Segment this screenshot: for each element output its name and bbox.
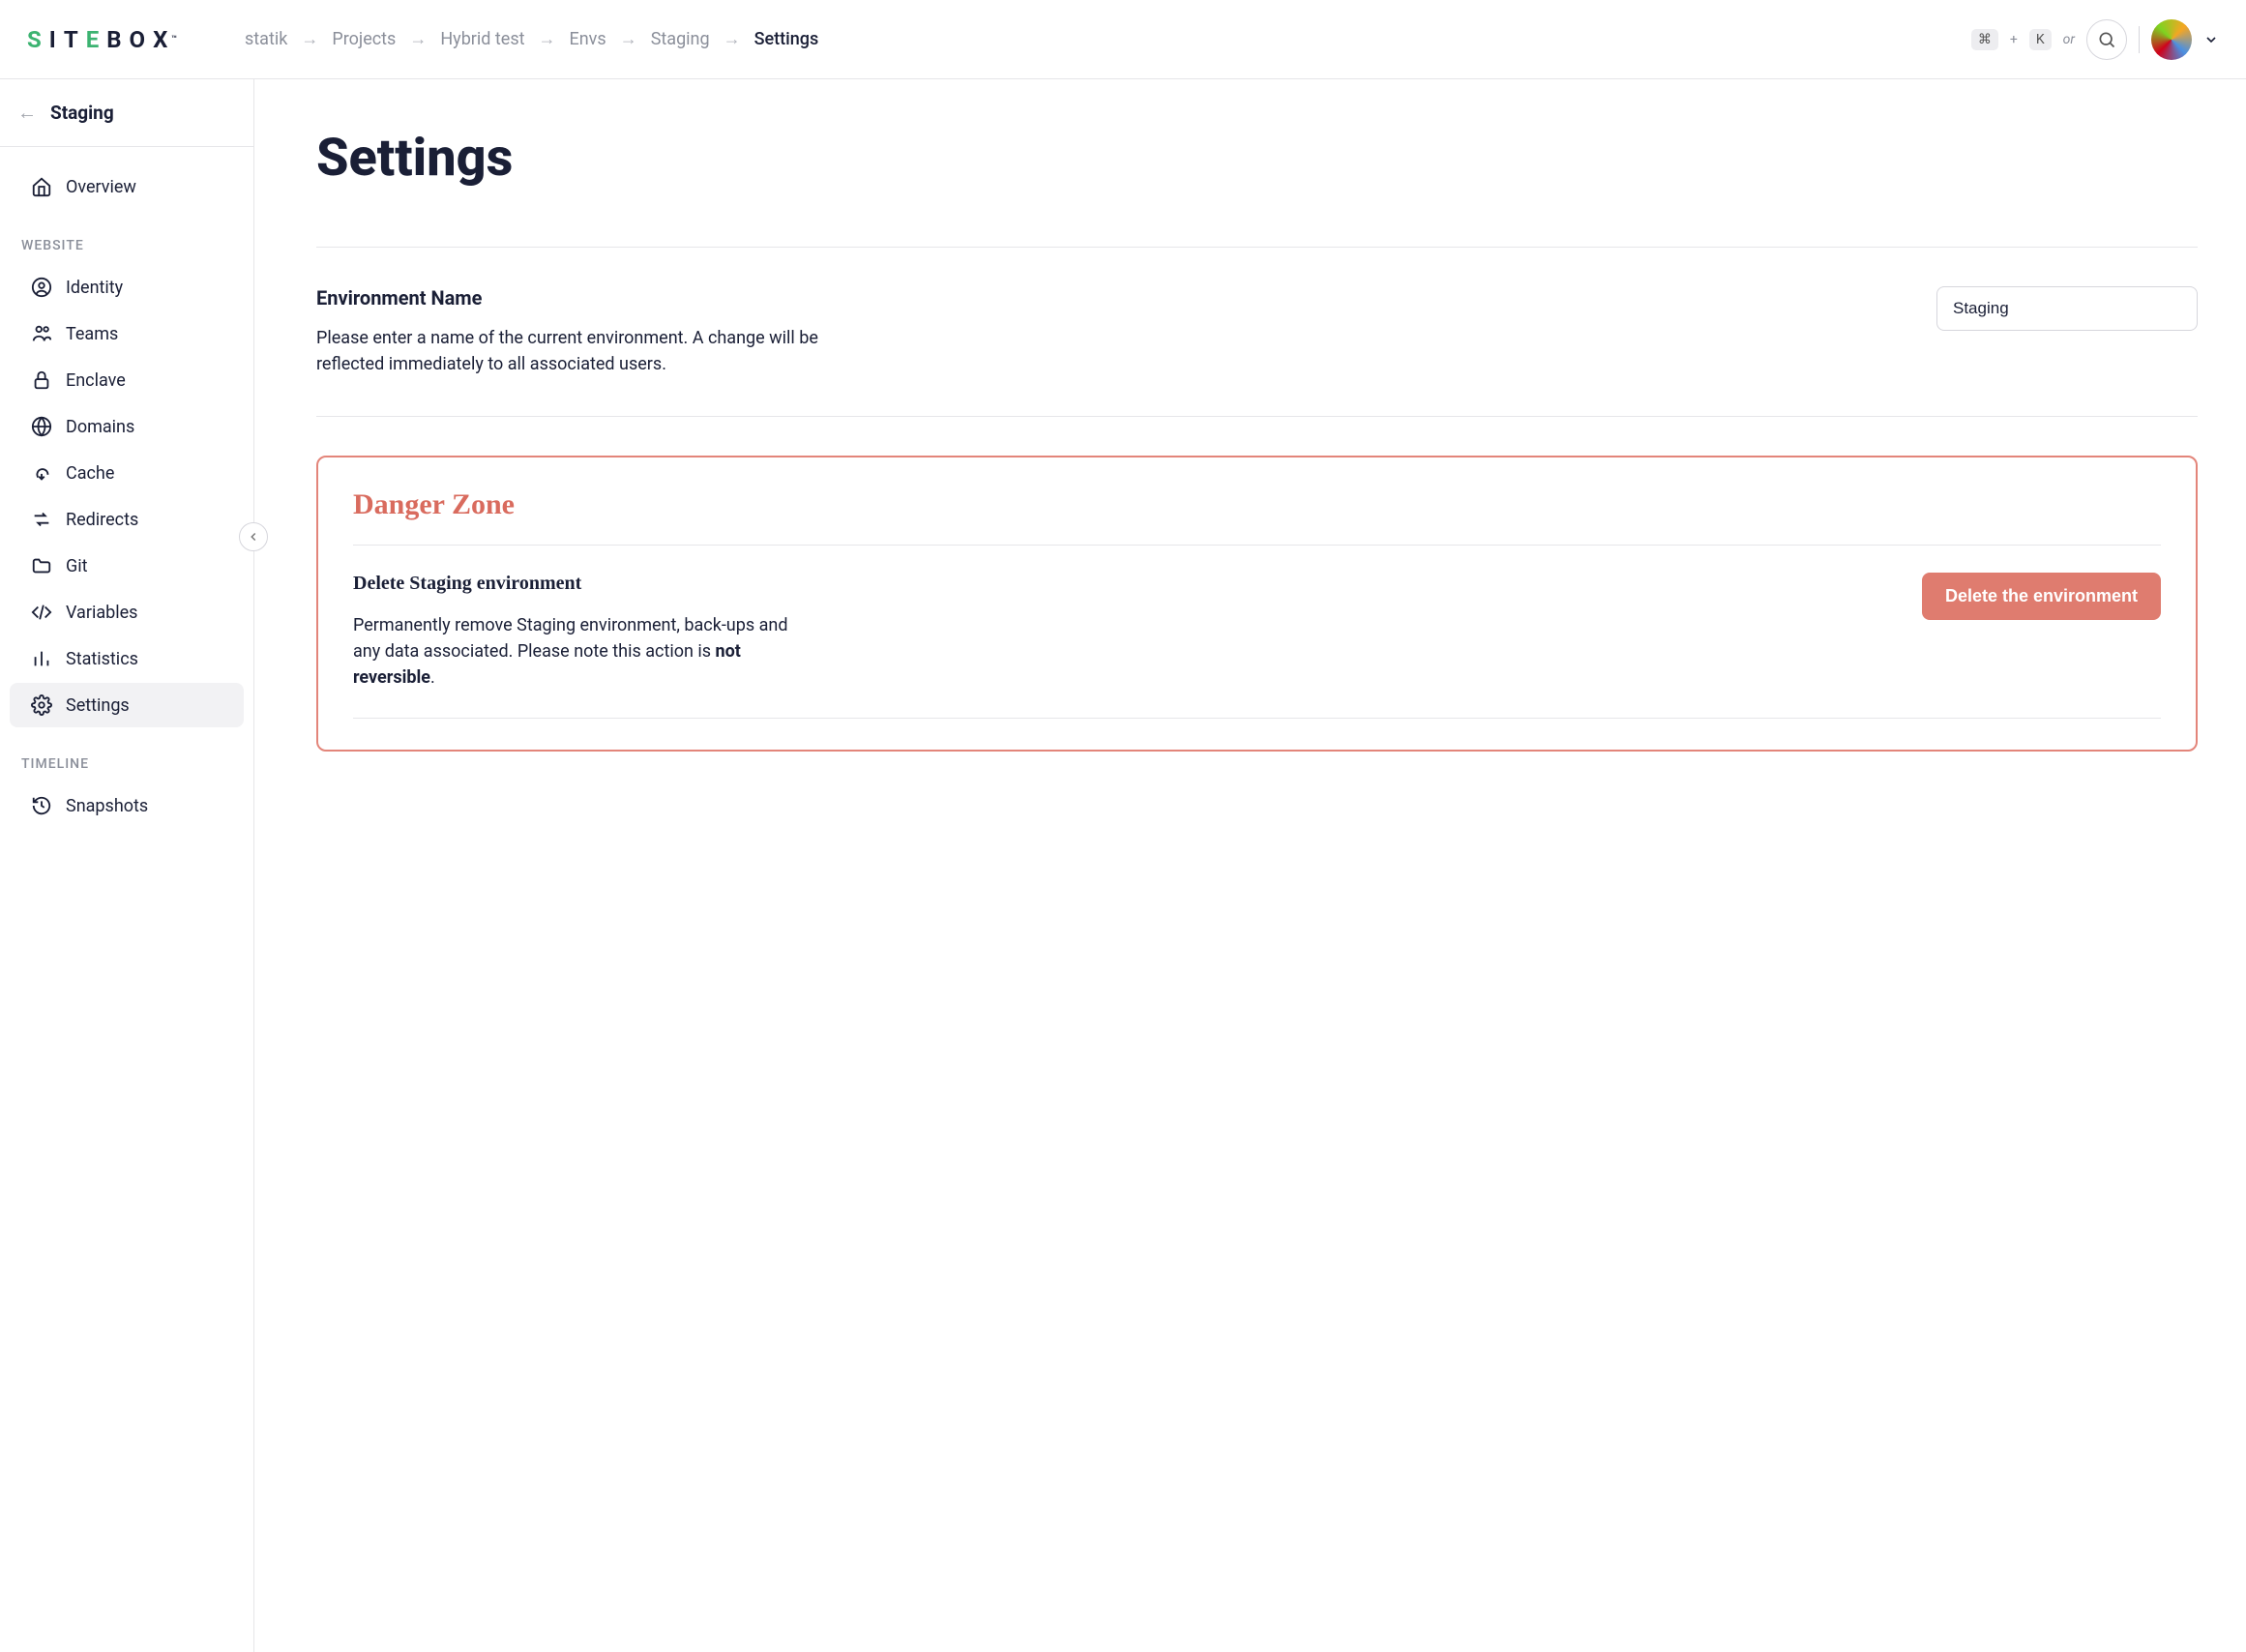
divider — [2139, 26, 2140, 53]
arrow-left-icon: ← — [17, 101, 37, 125]
sidebar-back[interactable]: ← Staging — [0, 79, 253, 147]
sidebar-item-overview[interactable]: Overview — [10, 164, 244, 209]
env-name-desc: Please enter a name of the current envir… — [316, 325, 858, 377]
sidebar-item-settings[interactable]: Settings — [10, 683, 244, 727]
sidebar-item-variables[interactable]: Variables — [10, 590, 244, 634]
sidebar-item-label: Identity — [66, 278, 123, 298]
history-icon — [31, 795, 52, 816]
code-icon — [31, 602, 52, 623]
divider — [353, 545, 2161, 546]
sidebar-item-snapshots[interactable]: Snapshots — [10, 783, 244, 828]
home-icon — [31, 176, 52, 197]
breadcrumb-statik[interactable]: statik — [245, 29, 287, 49]
collapse-sidebar-button[interactable] — [239, 522, 268, 551]
env-name-input[interactable] — [1936, 286, 2198, 331]
cmd-key: ⌘ — [1971, 29, 1998, 50]
main-content: Settings Environment Name Please enter a… — [254, 79, 2246, 1652]
sidebar-item-identity[interactable]: Identity — [10, 265, 244, 310]
sidebar-section-website: WEBSITE — [0, 211, 253, 263]
sidebar-item-label: Cache — [66, 463, 114, 484]
avatar[interactable] — [2151, 19, 2192, 60]
sidebar-item-statistics[interactable]: Statistics — [10, 636, 244, 681]
sidebar-item-label: Domains — [66, 417, 134, 437]
teams-icon — [31, 323, 52, 344]
sidebar-item-label: Variables — [66, 603, 137, 623]
divider — [316, 416, 2198, 417]
cache-icon — [31, 462, 52, 484]
setting-environment-name: Environment Name Please enter a name of … — [316, 286, 2198, 377]
sidebar-item-git[interactable]: Git — [10, 544, 244, 588]
danger-zone: Danger Zone Delete Staging environment P… — [316, 456, 2198, 752]
lock-icon — [31, 369, 52, 391]
breadcrumb-hybrid-test[interactable]: Hybrid test — [440, 29, 524, 49]
globe-icon — [31, 416, 52, 437]
danger-zone-title: Danger Zone — [353, 488, 2161, 521]
sidebar-section-timeline: TIMELINE — [0, 729, 253, 782]
sidebar-item-label: Settings — [66, 695, 130, 716]
sidebar-item-label: Redirects — [66, 510, 138, 530]
breadcrumb-projects[interactable]: Projects — [332, 29, 396, 49]
breadcrumb-envs[interactable]: Envs — [570, 29, 606, 49]
sidebar-item-domains[interactable]: Domains — [10, 404, 244, 449]
gear-icon — [31, 694, 52, 716]
identity-icon — [31, 277, 52, 298]
sidebar-item-enclave[interactable]: Enclave — [10, 358, 244, 402]
stats-icon — [31, 648, 52, 669]
sidebar-item-redirects[interactable]: Redirects — [10, 497, 244, 542]
sidebar-item-label: Enclave — [66, 370, 126, 391]
env-name-label: Environment Name — [316, 286, 858, 310]
arrow-right-icon: → — [620, 29, 637, 49]
sidebar-item-label: Teams — [66, 324, 118, 344]
danger-delete-row: Delete Staging environment Permanently r… — [353, 573, 2161, 691]
danger-desc: Permanently remove Staging environment, … — [353, 612, 788, 691]
chevron-down-icon[interactable] — [2203, 32, 2219, 47]
sidebar-item-label: Statistics — [66, 649, 138, 669]
arrow-right-icon: → — [724, 29, 741, 49]
page-title: Settings — [316, 128, 2198, 189]
header-right: ⌘ + K or — [1971, 19, 2219, 60]
plus-label: + — [2010, 32, 2018, 47]
k-key: K — [2029, 29, 2052, 50]
breadcrumb-current: Settings — [754, 29, 819, 49]
sidebar-item-cache[interactable]: Cache — [10, 451, 244, 495]
sidebar-back-label: Staging — [50, 102, 114, 124]
or-label: or — [2063, 32, 2075, 47]
folder-icon — [31, 555, 52, 576]
sidebar-item-label: Git — [66, 556, 88, 576]
sidebar: ← Staging Overview WEBSITE Identity Team… — [0, 79, 254, 1652]
logo[interactable]: SITEBOX™ — [27, 26, 177, 53]
divider — [353, 718, 2161, 719]
arrow-right-icon: → — [409, 29, 427, 49]
danger-subtitle: Delete Staging environment — [353, 573, 788, 595]
search-icon — [2097, 30, 2116, 49]
search-button[interactable] — [2086, 19, 2127, 60]
arrow-right-icon: → — [539, 29, 556, 49]
sidebar-item-label: Snapshots — [66, 796, 148, 816]
divider — [316, 247, 2198, 248]
breadcrumbs: statik → Projects → Hybrid test → Envs →… — [245, 29, 818, 49]
delete-environment-button[interactable]: Delete the environment — [1922, 573, 2161, 620]
header: SITEBOX™ statik → Projects → Hybrid test… — [0, 0, 2246, 79]
sidebar-item-teams[interactable]: Teams — [10, 311, 244, 356]
sidebar-item-label: Overview — [66, 177, 136, 197]
arrow-right-icon: → — [301, 29, 318, 49]
chevron-left-icon — [247, 530, 260, 544]
redirects-icon — [31, 509, 52, 530]
breadcrumb-staging[interactable]: Staging — [651, 29, 710, 49]
